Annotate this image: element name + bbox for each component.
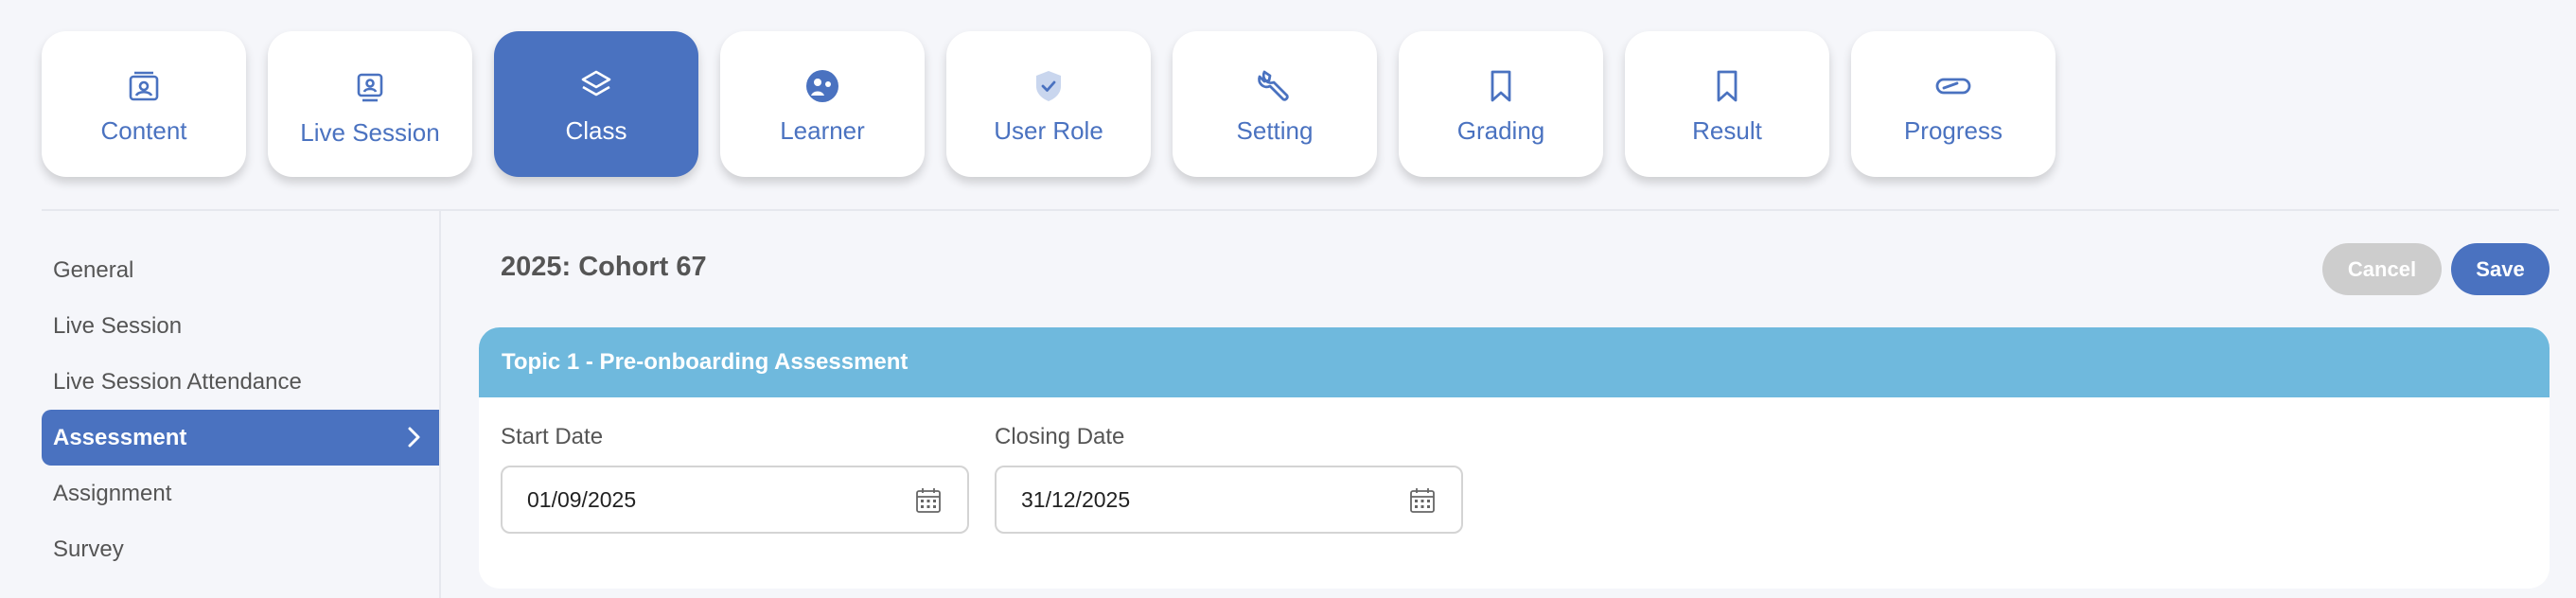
tab-label: User Role <box>994 116 1103 145</box>
bookmark-icon <box>1706 65 1748 107</box>
topic-header: Topic 1 - Pre-onboarding Assessment <box>479 327 2550 397</box>
topic-panel: Topic 1 - Pre-onboarding Assessment Star… <box>479 327 2550 589</box>
sidebar-item-label: Survey <box>53 536 124 562</box>
tab-user-role[interactable]: User Role <box>946 31 1151 177</box>
tab-label: Result <box>1692 116 1762 145</box>
topic-title: Topic 1 - Pre-onboarding Assessment <box>502 349 909 375</box>
tab-live-session[interactable]: Live Session <box>268 31 472 177</box>
tab-progress[interactable]: Progress <box>1851 31 2056 177</box>
save-button[interactable]: Save <box>2451 243 2550 295</box>
sidebar-item-label: Assessment <box>53 424 187 450</box>
sidebar-item-survey[interactable]: Survey <box>42 521 439 577</box>
sidebar-item-assignment[interactable]: Assignment <box>42 466 439 521</box>
chevron-right-icon <box>408 427 420 448</box>
sidebar: General Live Session Live Session Attend… <box>42 242 439 577</box>
tab-grading[interactable]: Grading <box>1399 31 1603 177</box>
tab-label: Content <box>100 116 187 145</box>
tab-learner[interactable]: Learner <box>720 31 925 177</box>
module-tabbar: Content Live Session Class Learner User … <box>42 31 2056 177</box>
sidebar-item-label: Live Session Attendance <box>53 368 302 395</box>
tab-result[interactable]: Result <box>1625 31 1829 177</box>
page-title: 2025: Cohort 67 <box>501 252 707 282</box>
start-date-input[interactable] <box>527 486 887 513</box>
header-divider <box>42 209 2559 211</box>
sidebar-item-live-session[interactable]: Live Session <box>42 298 439 354</box>
tab-label: Grading <box>1456 116 1545 145</box>
closing-date-input[interactable] <box>1021 486 1381 513</box>
start-date-field[interactable] <box>501 466 969 534</box>
bookmark-icon <box>1480 65 1522 107</box>
start-date-label: Start Date <box>501 424 604 449</box>
shield-check-icon <box>1028 65 1069 107</box>
sidebar-item-live-session-attendance[interactable]: Live Session Attendance <box>42 354 439 410</box>
tab-label: Class <box>565 116 627 145</box>
tab-label: Learner <box>780 116 865 145</box>
tab-class[interactable]: Class <box>494 31 698 177</box>
progress-icon <box>1932 65 1974 107</box>
tab-content[interactable]: Content <box>42 31 246 177</box>
layers-icon <box>575 65 617 107</box>
tab-label: Live Session <box>300 118 440 147</box>
calendar-icon[interactable] <box>914 486 943 515</box>
live-session-icon <box>349 67 391 109</box>
cancel-button[interactable]: Cancel <box>2322 243 2442 295</box>
sidebar-item-label: General <box>53 256 134 283</box>
sidebar-item-label: Assignment <box>53 480 172 506</box>
tab-setting[interactable]: Setting <box>1173 31 1377 177</box>
calendar-icon[interactable] <box>1408 486 1437 515</box>
tab-label: Setting <box>1236 116 1314 145</box>
closing-date-field[interactable] <box>995 466 1463 534</box>
sidebar-divider <box>439 210 441 598</box>
closing-date-label: Closing Date <box>995 424 1125 449</box>
wrench-icon <box>1254 65 1296 107</box>
content-icon <box>123 65 165 107</box>
sidebar-item-general[interactable]: General <box>42 242 439 298</box>
learner-icon <box>802 65 843 107</box>
sidebar-item-assessment[interactable]: Assessment <box>42 410 439 466</box>
tab-label: Progress <box>1903 116 2003 145</box>
sidebar-item-label: Live Session <box>53 312 183 339</box>
